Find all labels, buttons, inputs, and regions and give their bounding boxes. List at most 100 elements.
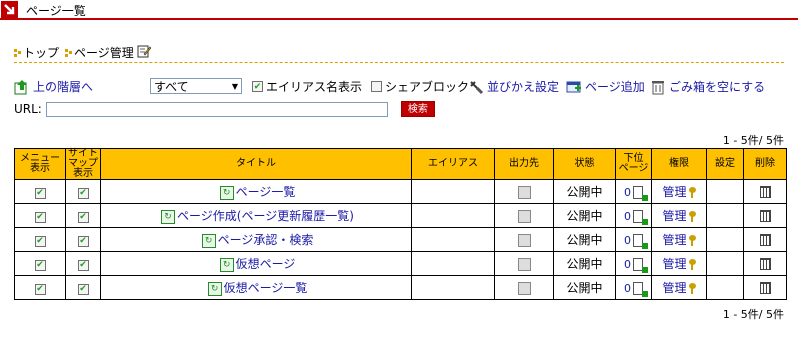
permission-cell: 管理	[651, 251, 707, 276]
subpage-cell: 0	[615, 179, 652, 204]
table-row: ✔ ✔ ↻ ページ作成(ページ更新履歴一覧) 公開中 0 管理	[14, 203, 787, 228]
output-cell	[494, 227, 554, 252]
menu-display-checkbox[interactable]: ✔	[34, 259, 46, 271]
result-count-bottom: 1 - 5件/ 5件	[722, 308, 784, 321]
delete-trash-icon[interactable]	[759, 210, 771, 222]
subpage-add-icon[interactable]	[633, 233, 648, 249]
key-icon	[688, 187, 696, 198]
permission-link[interactable]: 管理	[662, 185, 686, 199]
sitemap-display-checkbox[interactable]: ✔	[77, 259, 89, 271]
up-level-link[interactable]: 上の階層へ	[14, 78, 93, 95]
output-preview-icon[interactable]	[517, 257, 531, 271]
subpage-add-icon[interactable]	[633, 257, 648, 273]
permission-link[interactable]: 管理	[662, 209, 686, 223]
title-cell: ↻ ページ作成(ページ更新履歴一覧)	[100, 203, 412, 228]
settings-cell	[706, 203, 744, 228]
output-preview-icon[interactable]	[517, 233, 531, 247]
table-header: メニュー 表示 サイト マップ 表示 タイトル エイリアス 出力先 状態 下位 ページ …	[14, 148, 787, 180]
permission-cell: 管理	[651, 203, 707, 228]
table-row: ✔ ✔ ↻ ページ一覧 公開中 0 管理	[14, 179, 787, 204]
permission-link[interactable]: 管理	[662, 281, 686, 295]
subpage-add-icon[interactable]	[633, 281, 648, 297]
page-title-link[interactable]: ページ一覧	[236, 185, 296, 199]
page-title-link[interactable]: ページ作成(ページ更新履歴一覧)	[177, 209, 354, 223]
page-icon: ↻	[207, 281, 222, 296]
page-icon: ↻	[161, 209, 176, 224]
permission-cell: 管理	[651, 227, 707, 252]
title-cell: ↻ 仮想ページ一覧	[100, 275, 412, 300]
permission-cell: 管理	[651, 179, 707, 204]
permission-link[interactable]: 管理	[662, 257, 686, 271]
permission-link[interactable]: 管理	[662, 233, 686, 247]
page-table: メニュー 表示 サイト マップ 表示 タイトル エイリアス 出力先 状態 下位 ページ …	[14, 148, 787, 300]
sitemap-display-checkbox[interactable]: ✔	[77, 235, 89, 247]
delete-trash-icon[interactable]	[759, 234, 771, 246]
delete-trash-icon[interactable]	[759, 186, 771, 198]
edit-note-icon	[137, 44, 152, 61]
sitemap-display-cell: ✔	[65, 227, 101, 252]
subpage-count[interactable]: 0	[624, 258, 631, 271]
settings-cell	[706, 179, 744, 204]
menu-display-checkbox[interactable]: ✔	[34, 235, 46, 247]
search-button[interactable]: 検索	[400, 101, 435, 117]
menu-display-cell: ✔	[14, 251, 66, 276]
subpage-cell: 0	[615, 203, 652, 228]
status-cell: 公開中	[553, 251, 616, 276]
output-cell	[494, 275, 554, 300]
subpage-add-icon[interactable]	[633, 209, 648, 225]
share-block-checkbox[interactable]	[371, 81, 382, 92]
empty-trash-link[interactable]: ごみ箱を空にする	[650, 78, 765, 95]
menu-display-cell: ✔	[14, 275, 66, 300]
subpage-cell: 0	[615, 275, 652, 300]
trash-icon	[650, 79, 666, 95]
title-bar: ページ一覧	[0, 0, 798, 20]
table-row: ✔ ✔ ↻ 仮想ページ一覧 公開中 0 管理	[14, 275, 787, 300]
subpage-add-icon[interactable]	[633, 185, 648, 201]
url-input[interactable]	[45, 101, 388, 117]
breadcrumb: トップ ページ管理	[14, 44, 152, 61]
subpage-count[interactable]: 0	[624, 282, 631, 295]
subpage-count[interactable]: 0	[624, 186, 631, 199]
sort-settings-link[interactable]: 並びかえ設定	[468, 78, 559, 95]
add-page-link[interactable]: ページ追加	[566, 78, 645, 95]
subpage-count[interactable]: 0	[624, 210, 631, 223]
subpage-cell: 0	[615, 227, 652, 252]
subpage-count[interactable]: 0	[624, 234, 631, 247]
page-title: ページ一覧	[26, 4, 86, 18]
menu-display-checkbox[interactable]: ✔	[34, 187, 46, 199]
sort-tools-icon	[468, 79, 484, 95]
col-output: 出力先	[494, 148, 554, 180]
delete-trash-icon[interactable]	[759, 282, 771, 294]
menu-display-checkbox[interactable]: ✔	[34, 283, 46, 295]
page-title-link[interactable]: 仮想ページ	[236, 257, 296, 271]
status-cell: 公開中	[553, 275, 616, 300]
url-search-row: URL: 検索	[14, 101, 435, 117]
menu-display-cell: ✔	[14, 179, 66, 204]
sitemap-display-cell: ✔	[65, 251, 101, 276]
key-icon	[688, 283, 696, 294]
table-row: ✔ ✔ ↻ 仮想ページ 公開中 0 管理	[14, 251, 787, 276]
divider	[14, 62, 784, 63]
menu-display-checkbox[interactable]: ✔	[34, 211, 46, 223]
page-title-link[interactable]: 仮想ページ一覧	[224, 281, 308, 295]
alias-cell	[411, 251, 495, 276]
output-preview-icon[interactable]	[517, 185, 531, 199]
delete-trash-icon[interactable]	[759, 258, 771, 270]
sitemap-display-checkbox[interactable]: ✔	[77, 211, 89, 223]
delete-cell	[743, 203, 787, 228]
output-preview-icon[interactable]	[517, 281, 531, 295]
col-title: タイトル	[100, 148, 412, 180]
sitemap-display-checkbox[interactable]: ✔	[77, 283, 89, 295]
page-title-link[interactable]: ページ承認・検索	[218, 233, 314, 247]
col-alias: エイリアス	[411, 148, 495, 180]
delete-cell	[743, 179, 787, 204]
title-cell: ↻ ページ承認・検索	[100, 227, 412, 252]
sitemap-display-cell: ✔	[65, 275, 101, 300]
status-cell: 公開中	[553, 203, 616, 228]
breadcrumb-item-top[interactable]: トップ	[23, 44, 59, 61]
sitemap-display-checkbox[interactable]: ✔	[77, 187, 89, 199]
output-preview-icon[interactable]	[517, 209, 531, 223]
filter-select[interactable]: すべて ▼	[150, 78, 242, 94]
breadcrumb-item-page-management[interactable]: ページ管理	[74, 44, 134, 61]
alias-checkbox[interactable]: ✔	[252, 81, 263, 92]
